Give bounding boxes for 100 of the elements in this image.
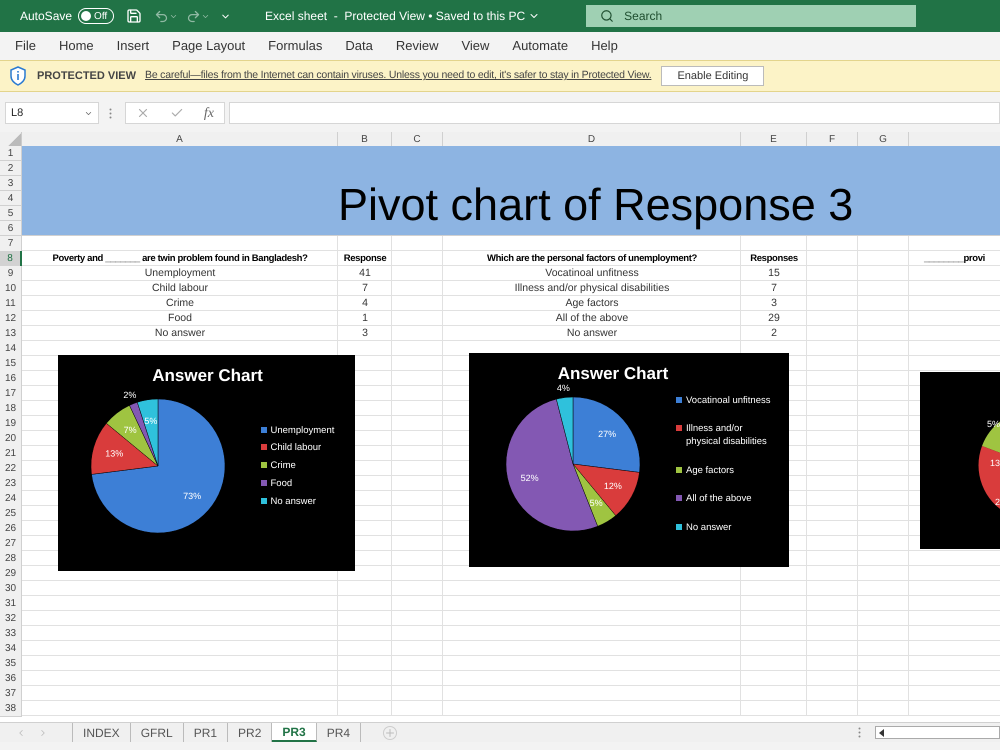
row-header[interactable]: 21 bbox=[0, 446, 22, 462]
window-title: Excel sheet - Protected View • Saved to this PC bbox=[265, 8, 526, 25]
row-header[interactable]: 12 bbox=[0, 311, 22, 327]
row-header[interactable]: 38 bbox=[0, 701, 22, 717]
row-header[interactable]: 13 bbox=[0, 326, 22, 342]
autosave-toggle[interactable]: Off bbox=[78, 8, 114, 24]
row-header[interactable]: 23 bbox=[0, 476, 22, 492]
search-icon bbox=[600, 9, 614, 23]
table-cell-text: 3 bbox=[362, 326, 368, 342]
data-label: 12% bbox=[604, 480, 622, 490]
insert-function-button[interactable]: fx bbox=[204, 102, 214, 124]
legend-swatch-icon bbox=[260, 498, 266, 504]
save-icon[interactable] bbox=[126, 8, 142, 24]
table-cell-text: All of the above bbox=[556, 311, 628, 326]
row-header[interactable]: 17 bbox=[0, 386, 22, 402]
table-cell-text: Age factors bbox=[565, 296, 619, 312]
row-header[interactable]: 26 bbox=[0, 521, 22, 537]
data-label: 5% bbox=[590, 498, 603, 508]
row-header[interactable]: 20 bbox=[0, 431, 22, 447]
row-header[interactable]: 31 bbox=[0, 596, 22, 612]
search-field[interactable]: Search bbox=[586, 5, 916, 27]
row-header[interactable]: 33 bbox=[0, 626, 22, 642]
legend-swatch-icon bbox=[676, 466, 682, 472]
table-cell-text: 7 bbox=[362, 281, 368, 296]
data-label: 2% bbox=[122, 389, 136, 400]
menu-tab[interactable]: Review bbox=[396, 36, 438, 56]
data-label: 27% bbox=[598, 428, 616, 438]
data-label: 2 bbox=[994, 496, 1000, 509]
left-arrow-icon[interactable] bbox=[878, 728, 886, 736]
table-cell-text: Crime bbox=[166, 296, 194, 312]
menu-tab[interactable]: View bbox=[461, 36, 490, 56]
row-header[interactable]: 5 bbox=[0, 206, 22, 221]
warning-link[interactable]: Be careful—files from the Internet can contain viruses. Unless you need to edit, it's safer to stay in Protected View. bbox=[145, 68, 652, 84]
chart-area[interactable]: Answer Chart 27% 12% 5% 52% 4% Vocatinoal unfitness Illness and/or physical disabilities Age factors All of the above No answer bbox=[469, 353, 789, 567]
table-cell-text: 2 bbox=[771, 326, 777, 342]
table-cell-text: Unemployment bbox=[144, 266, 216, 282]
row-header[interactable]: 34 bbox=[0, 641, 22, 657]
row-header[interactable]: 10 bbox=[0, 281, 22, 297]
data-label: 52% bbox=[520, 472, 539, 483]
row-header[interactable]: 15 bbox=[0, 356, 22, 372]
data-label: 13% bbox=[104, 448, 123, 458]
data-label: 5% bbox=[144, 416, 157, 426]
menu-tab[interactable]: Data bbox=[345, 36, 373, 56]
row-header[interactable]: 29 bbox=[0, 566, 22, 582]
row-header[interactable]: 35 bbox=[0, 656, 22, 672]
row-header[interactable]: 30 bbox=[0, 581, 22, 597]
menu-tab[interactable]: Insert bbox=[116, 36, 150, 56]
row-header[interactable]: 24 bbox=[0, 491, 22, 507]
chart-area[interactable]: Answer Chart 73% 13% 7% 2% 5% Unemployment Child labour Crime Food No answer bbox=[58, 355, 355, 571]
row-header[interactable]: 1 bbox=[0, 146, 22, 161]
name-box[interactable]: L8 bbox=[5, 102, 99, 124]
data-label: 13 bbox=[990, 457, 1000, 470]
row-header[interactable]: 25 bbox=[0, 506, 22, 522]
menu-tab[interactable]: Automate bbox=[512, 36, 568, 56]
row-header[interactable]: 36 bbox=[0, 671, 22, 687]
table-cell-text: Illness and/or physical disabilities bbox=[514, 281, 670, 296]
row-header[interactable]: 8 bbox=[0, 251, 22, 267]
enable-editing-button[interactable]: Enable Editing bbox=[661, 66, 764, 86]
menu-tab[interactable]: File bbox=[15, 36, 36, 56]
legend-label: No answer bbox=[270, 494, 316, 508]
row-header[interactable]: 37 bbox=[0, 686, 22, 702]
legend-label: Food bbox=[270, 476, 292, 490]
add-sheet-icon[interactable] bbox=[383, 726, 398, 740]
row-header[interactable]: 6 bbox=[0, 221, 22, 236]
menu-tab[interactable]: Home bbox=[58, 36, 94, 56]
row-header[interactable]: 4 bbox=[0, 191, 22, 206]
horizontal-scrollbar[interactable] bbox=[875, 726, 1000, 739]
row-header[interactable]: 14 bbox=[0, 341, 22, 357]
row-header[interactable]: 19 bbox=[0, 416, 22, 432]
legend-label: Unemployment bbox=[270, 424, 334, 436]
search-placeholder: Search bbox=[624, 8, 662, 25]
row-header[interactable]: 2 bbox=[0, 161, 22, 176]
row-header[interactable]: 16 bbox=[0, 371, 22, 387]
table-cell-text: Response bbox=[344, 252, 386, 266]
legend-swatch-icon bbox=[260, 480, 266, 486]
row-header[interactable]: 3 bbox=[0, 176, 22, 191]
table-cell-text: No answer bbox=[154, 326, 206, 342]
table-cell-text: No answer bbox=[566, 326, 618, 342]
table-cell-text: 29 bbox=[768, 311, 780, 326]
legend-label: No answer bbox=[686, 520, 732, 534]
legend-swatch-icon bbox=[676, 425, 682, 431]
row-header[interactable]: 22 bbox=[0, 461, 22, 477]
grip-icon bbox=[109, 108, 112, 118]
legend-label: Age factors bbox=[686, 464, 734, 476]
row-header[interactable]: 18 bbox=[0, 401, 22, 417]
menu-tab[interactable]: Formulas bbox=[268, 36, 322, 56]
row-header[interactable]: 9 bbox=[0, 266, 22, 282]
menu-tab[interactable]: Page Layout bbox=[172, 36, 246, 56]
legend-label: Vocatinoal unfitness bbox=[686, 394, 771, 406]
formula-input[interactable] bbox=[229, 102, 1000, 124]
legend-label: All of the above bbox=[686, 492, 752, 505]
row-header[interactable]: 32 bbox=[0, 611, 22, 627]
row-header[interactable]: 27 bbox=[0, 536, 22, 552]
sheet-tab[interactable]: PR3 bbox=[272, 723, 317, 742]
chart-title: Answer Chart bbox=[558, 363, 668, 384]
menu-tab[interactable]: Help bbox=[591, 36, 618, 56]
row-header[interactable]: 28 bbox=[0, 551, 22, 567]
row-header[interactable]: 7 bbox=[0, 236, 22, 252]
legend-swatch-icon bbox=[676, 396, 682, 402]
row-header[interactable]: 11 bbox=[0, 296, 22, 312]
